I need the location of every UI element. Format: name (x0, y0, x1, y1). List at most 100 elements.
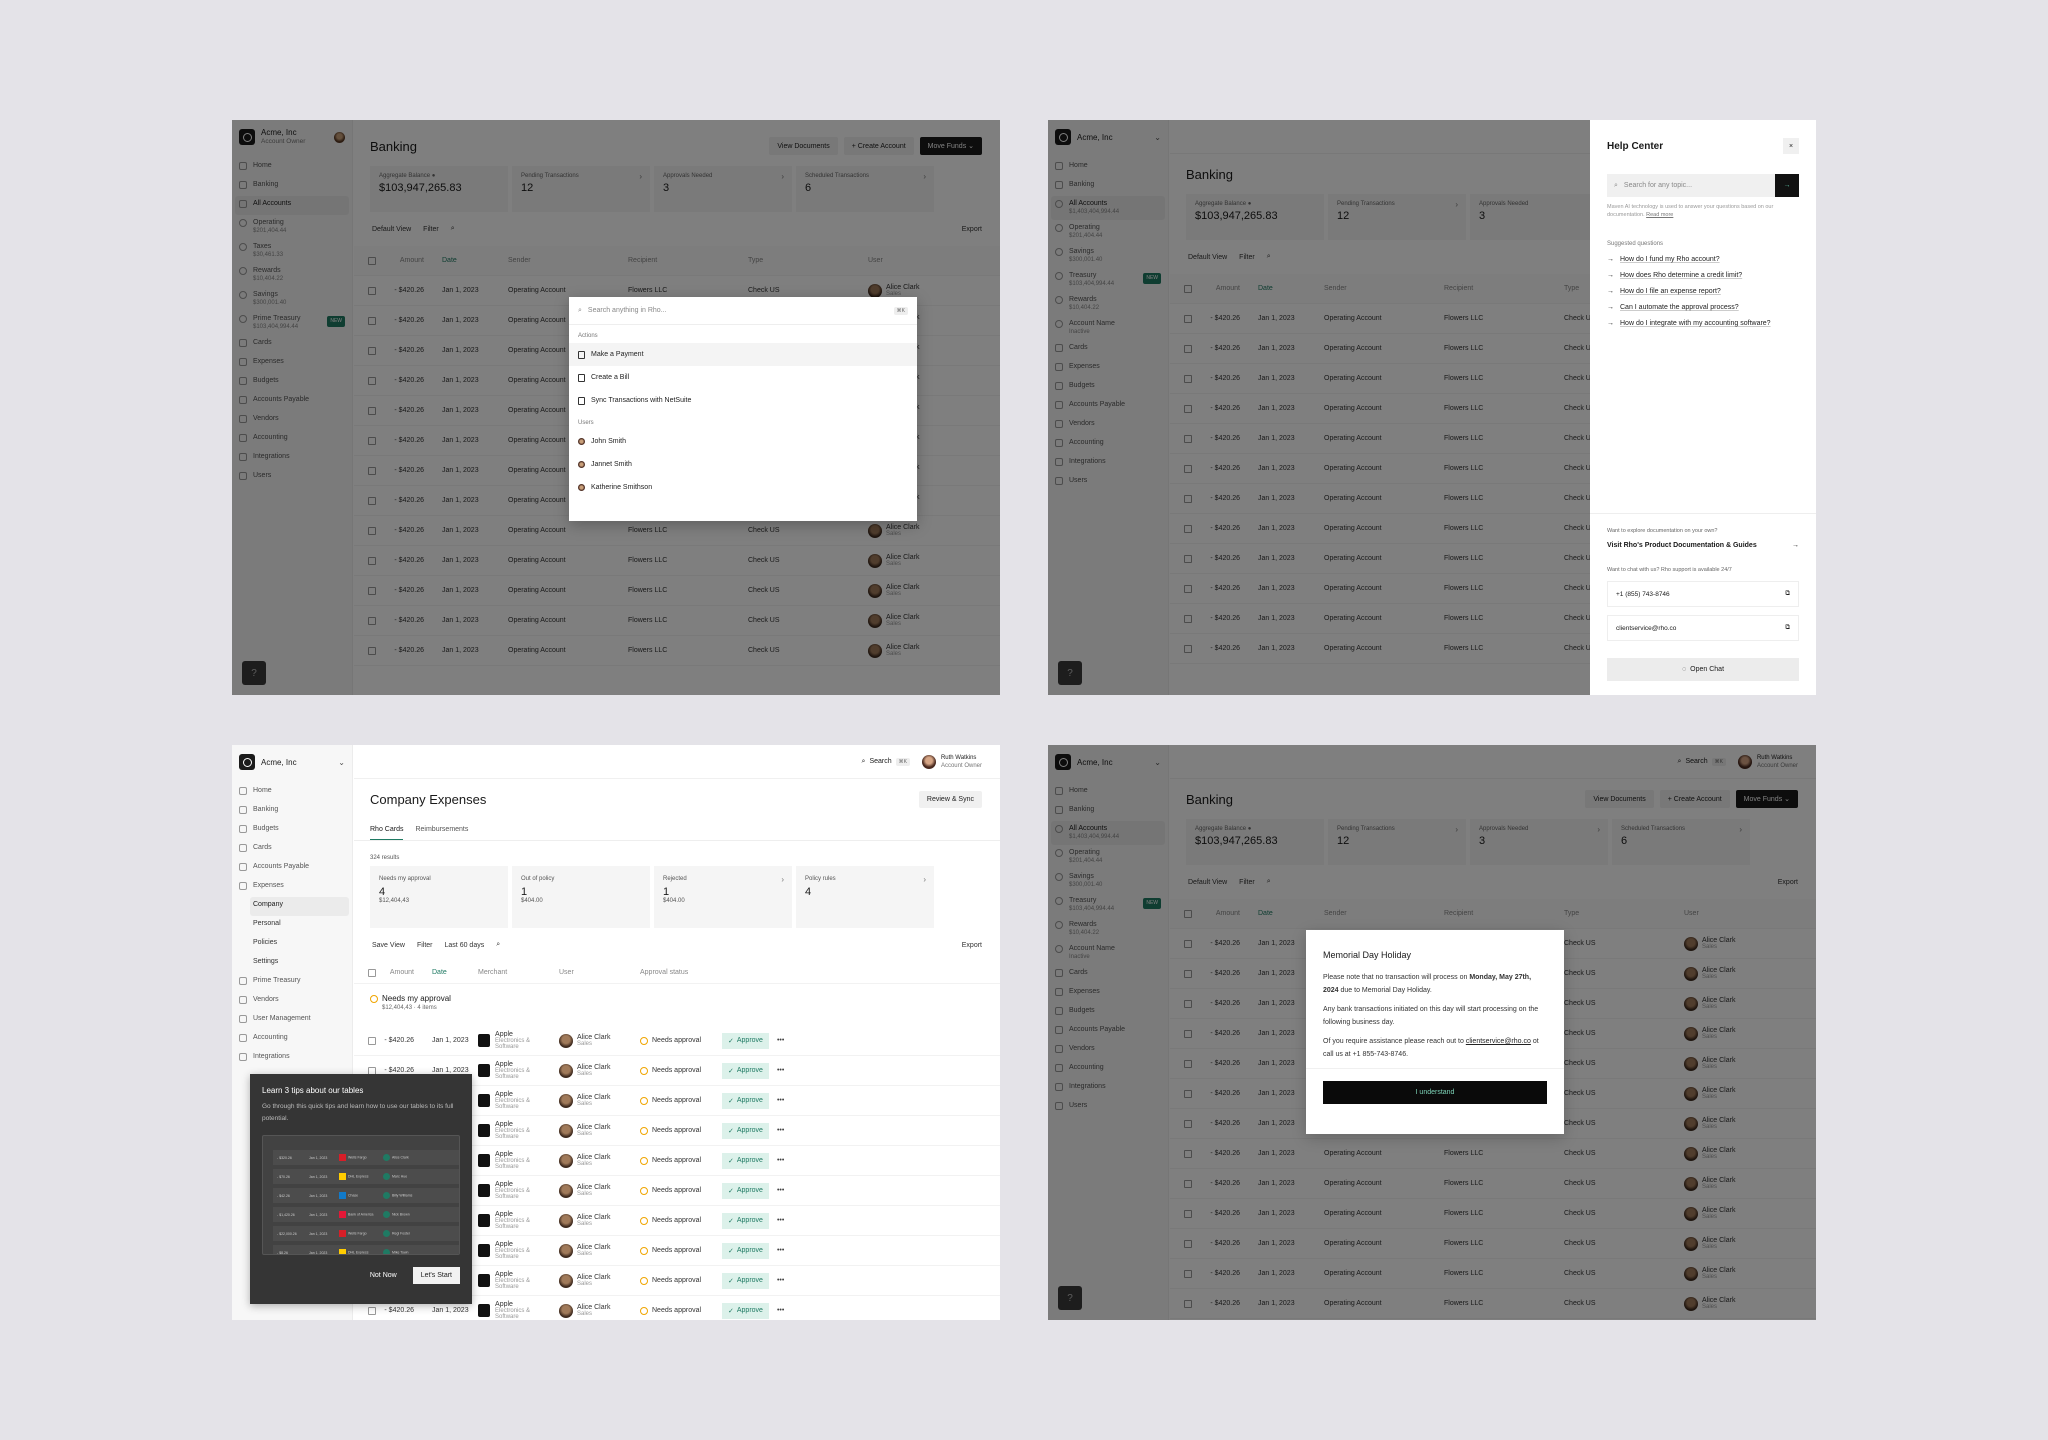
action-make-payment[interactable]: Make a Payment (569, 343, 917, 366)
shortcut-badge: ⌘K (893, 306, 908, 315)
suggested-question[interactable]: → How do I integrate with my accounting s… (1607, 320, 1799, 327)
more-options-icon[interactable]: ••• (777, 1067, 784, 1074)
sidebar-item-prime-treasury[interactable]: Prime Treasury (232, 973, 352, 992)
actions-cell: ✓ Approve ••• (714, 1182, 1000, 1199)
docs-link[interactable]: Visit Rho's Product Documentation & Guid… (1607, 542, 1799, 549)
date-range-button[interactable]: Last 60 days (445, 942, 485, 949)
approve-button[interactable]: ✓ Approve (722, 1032, 769, 1049)
check-circle-icon: ✓ (728, 1307, 734, 1315)
merchant-category: Electronics & Software (495, 1098, 531, 1110)
approve-button[interactable]: ✓ Approve (722, 1242, 769, 1259)
more-options-icon[interactable]: ••• (777, 1187, 784, 1194)
lets-start-button[interactable]: Let's Start (412, 1267, 460, 1284)
user-name: John Smith (591, 438, 627, 445)
approve-button[interactable]: ✓ Approve (722, 1122, 769, 1139)
help-search-input[interactable]: ⌕ Search for any topic... (1607, 174, 1775, 197)
sidebar-item-label: Settings (253, 957, 345, 966)
tab-rho-cards[interactable]: Rho Cards (370, 826, 404, 840)
read-more-link[interactable]: Read more (1646, 212, 1673, 218)
sidebar-item-personal[interactable]: Personal (232, 916, 352, 935)
more-options-icon[interactable]: ••• (777, 1217, 784, 1224)
expense-card[interactable]: Out of policy 1 $404.00 (512, 866, 650, 928)
more-options-icon[interactable]: ••• (777, 1277, 784, 1284)
copy-icon[interactable]: ⧉ (1785, 590, 1790, 598)
action-sync-netsuite[interactable]: Sync Transactions with NetSuite (569, 389, 917, 412)
column-merchant[interactable]: Merchant (470, 969, 551, 976)
table-row[interactable]: - $420.26Jan 1, 2023AppleElectronics & S… (354, 1026, 1000, 1056)
global-search-button[interactable]: ⌕Search⌘K (862, 757, 910, 766)
user-menu[interactable]: Ruth WatkinsAccount Owner (921, 754, 982, 770)
email-link[interactable]: clientservice@rho.co (1466, 1038, 1531, 1045)
expense-card[interactable]: Policy rules 4 › (796, 866, 934, 928)
merchant-category: Electronics & Software (495, 1218, 531, 1230)
save-view-button[interactable]: Save View (372, 942, 405, 949)
sidebar-item-user-management[interactable]: User Management (232, 1011, 352, 1030)
more-options-icon[interactable]: ••• (777, 1247, 784, 1254)
sidebar-item-company[interactable]: Company (250, 897, 349, 916)
sidebar-item-cards[interactable]: Cards (232, 840, 352, 859)
suggested-question[interactable]: → How does Rho determine a credit limit? (1607, 272, 1799, 279)
suggested-question[interactable]: → Can I automate the approval process? (1607, 304, 1799, 311)
approve-button[interactable]: ✓ Approve (722, 1062, 769, 1079)
sidebar-item-integrations[interactable]: Integrations (232, 1049, 352, 1068)
sidebar-item-policies[interactable]: Policies (232, 935, 352, 954)
copy-icon[interactable]: ⧉ (1785, 624, 1790, 632)
more-options-icon[interactable]: ••• (777, 1157, 784, 1164)
user-result[interactable]: Jannet Smith (569, 453, 917, 476)
i-understand-button[interactable]: I understand (1323, 1081, 1547, 1104)
user-cell: Alice ClarkSales (551, 1093, 632, 1108)
user-result[interactable]: John Smith (569, 430, 917, 453)
merchant-name: Apple (495, 1151, 513, 1158)
expense-card[interactable]: Rejected 1 $404.00 › (654, 866, 792, 928)
suggested-question[interactable]: → How do I fund my Rho account? (1607, 256, 1799, 263)
sidebar-item-label: Expenses (253, 881, 345, 890)
approve-button[interactable]: ✓ Approve (722, 1182, 769, 1199)
sidebar-item-accounting[interactable]: Accounting (232, 1030, 352, 1049)
approve-button[interactable]: ✓ Approve (722, 1302, 769, 1319)
sidebar-item-expenses[interactable]: Expenses (232, 878, 352, 897)
apple-logo-icon (478, 1034, 491, 1047)
column-amount[interactable]: Amount (378, 969, 424, 976)
clock-icon (640, 1246, 648, 1255)
open-chat-button[interactable]: ◌ Open Chat (1607, 658, 1799, 681)
sidebar-item-budgets[interactable]: Budgets (232, 821, 352, 840)
card-label: Out of policy (521, 876, 555, 882)
column-approval-status[interactable]: Approval status (632, 969, 714, 976)
action-create-bill[interactable]: Create a Bill (569, 366, 917, 389)
merchant-name: Apple (495, 1091, 513, 1098)
sidebar-item-vendors[interactable]: Vendors (232, 992, 352, 1011)
review-sync-button[interactable]: Review & Sync (918, 790, 982, 808)
approve-button[interactable]: ✓ Approve (722, 1152, 769, 1169)
more-options-icon[interactable]: ••• (777, 1037, 784, 1044)
tab-reimbursements[interactable]: Reimbursements (415, 826, 468, 833)
sidebar-item-home[interactable]: Home (232, 783, 352, 802)
expense-card[interactable]: Needs my approval 4 $12,404,43 (370, 866, 508, 928)
sidebar-item-settings[interactable]: Settings (232, 954, 352, 973)
select-all-checkbox[interactable] (368, 968, 376, 977)
approve-button[interactable]: ✓ Approve (722, 1212, 769, 1229)
sidebar-item-banking[interactable]: Banking (232, 802, 352, 821)
row-checkbox[interactable] (368, 1306, 376, 1315)
filter-button[interactable]: Filter (417, 942, 433, 949)
close-button[interactable]: × (1783, 138, 1799, 154)
submit-search-button[interactable]: → (1775, 174, 1799, 197)
palette-search-input[interactable]: Search anything in Rho... (588, 307, 888, 314)
column-date[interactable]: Date (424, 969, 470, 976)
more-options-icon[interactable]: ••• (777, 1307, 784, 1314)
column-user[interactable]: User (551, 969, 632, 976)
user-result[interactable]: Katherine Smithson (569, 476, 917, 499)
not-now-button[interactable]: Not Now (362, 1267, 405, 1284)
sidebar-item-accounts-payable[interactable]: Accounts Payable (232, 859, 352, 878)
approve-button[interactable]: ✓ Approve (722, 1092, 769, 1109)
export-button[interactable]: Export (962, 942, 982, 949)
org-switcher[interactable]: Acme, Inc ⌄ (232, 745, 352, 779)
suggested-question[interactable]: → How do I file an expense report? (1607, 288, 1799, 295)
more-options-icon[interactable]: ••• (777, 1127, 784, 1134)
merchant-cell: Apple Electronics & Software (470, 1061, 551, 1080)
row-checkbox[interactable] (368, 1036, 376, 1045)
bank-icon (578, 350, 585, 359)
more-options-icon[interactable]: ••• (777, 1097, 784, 1104)
avatar (383, 1249, 390, 1254)
search-icon[interactable]: ⌕ (496, 941, 500, 949)
approve-button[interactable]: ✓ Approve (722, 1272, 769, 1289)
